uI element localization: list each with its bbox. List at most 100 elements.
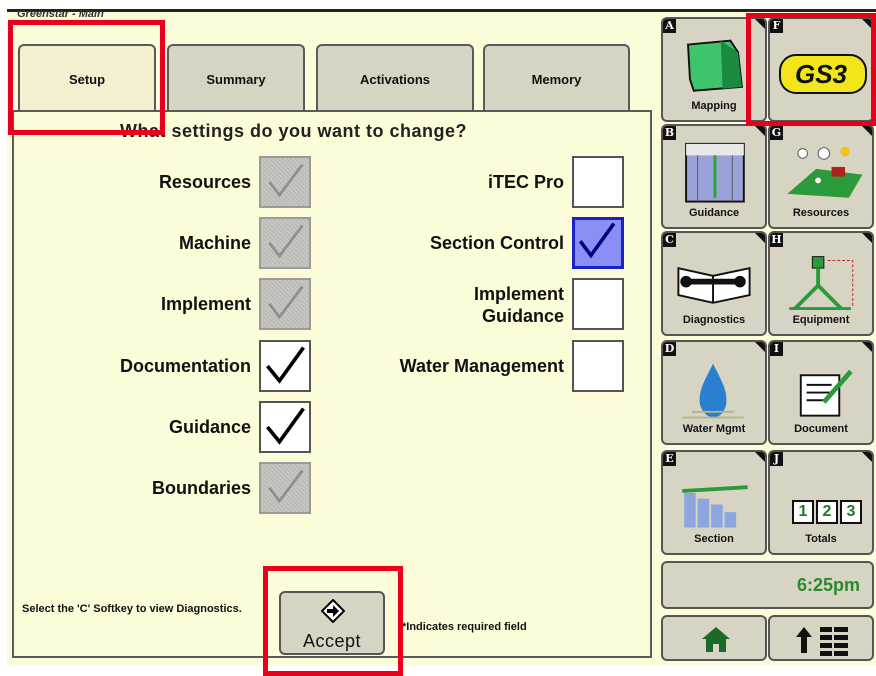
checkbox-section-control[interactable] <box>572 217 624 269</box>
checkbox-itec-pro[interactable] <box>572 156 624 208</box>
accept-arrow-icon <box>321 599 345 623</box>
label-itec-pro: iTEC Pro <box>487 172 564 192</box>
diagnostics-icon <box>677 266 751 304</box>
checkbox-guidance[interactable] <box>259 401 311 453</box>
corner-marker <box>755 19 765 29</box>
label-resources: Resources <box>158 172 251 192</box>
label-section-control: Section Control <box>430 233 564 253</box>
softkey-letter: H <box>770 233 783 247</box>
softkey-label: Equipment <box>792 314 850 326</box>
corner-marker <box>862 19 872 29</box>
menu-button[interactable] <box>768 615 874 661</box>
accept-label: Accept <box>302 631 362 651</box>
softkey-water-mgmt[interactable]: D Water Mgmt <box>661 340 767 445</box>
softkey-label: Section <box>694 533 734 545</box>
corner-marker <box>755 126 765 136</box>
tab-label: Setup <box>68 71 106 87</box>
label-documentation: Documentation <box>119 356 251 376</box>
softkey-letter: C <box>663 233 676 247</box>
softkey-letter: I <box>770 342 783 356</box>
softkey-gs3[interactable]: F GS3 <box>768 17 874 122</box>
softkey-document[interactable]: I Document <box>768 340 874 445</box>
corner-marker <box>755 233 765 243</box>
tab-label: Activations <box>359 71 431 87</box>
softkey-letter: G <box>770 126 783 140</box>
softkey-label: Guidance <box>688 207 740 219</box>
tab-summary[interactable]: Summary <box>167 44 305 112</box>
softkey-letter: F <box>770 19 783 33</box>
tab-label: Memory <box>531 71 582 87</box>
checkbox-water-management[interactable] <box>572 340 624 392</box>
corner-marker <box>755 452 765 462</box>
equipment-icon <box>789 256 854 311</box>
checkmark-icon <box>578 222 616 259</box>
softkey-label: Resources <box>792 207 850 219</box>
label-boundaries: Boundaries <box>151 478 251 498</box>
clock-display: 6:25pm <box>661 561 874 609</box>
section-icon <box>682 485 748 528</box>
totals-digit: 2 <box>816 500 838 524</box>
softkey-section[interactable]: E Section <box>661 450 767 555</box>
softkey-equipment[interactable]: H Equipment <box>768 231 874 336</box>
checkbox-documentation[interactable] <box>259 340 311 392</box>
checkmark-icon <box>266 346 305 384</box>
softkey-letter: J <box>770 452 783 466</box>
checkbox-boundaries[interactable] <box>259 462 311 514</box>
home-button[interactable] <box>661 615 767 661</box>
tab-activations[interactable]: Activations <box>316 44 474 112</box>
checkbox-machine[interactable] <box>259 217 311 269</box>
window-title: Greenstar - Main <box>17 8 104 20</box>
corner-marker <box>862 126 872 136</box>
mapping-icon <box>687 39 743 92</box>
label-water-management: Water Management <box>399 356 564 376</box>
checkbox-implement[interactable] <box>259 278 311 330</box>
softkey-mapping[interactable]: A Mapping <box>661 17 767 122</box>
softkey-guidance[interactable]: B Guidance <box>661 124 767 229</box>
checkmark-icon <box>268 285 304 320</box>
document-icon <box>799 369 853 417</box>
checkmark-icon <box>268 163 304 198</box>
softkey-letter: B <box>663 126 676 140</box>
checkmark-icon <box>268 224 304 259</box>
softkey-label: Totals <box>805 533 837 545</box>
checkbox-resources[interactable] <box>259 156 311 208</box>
gs3-label: GS3 <box>794 59 848 89</box>
label-guidance: Guidance <box>168 417 251 437</box>
softkey-totals[interactable]: J 1 2 3 Totals <box>768 450 874 555</box>
totals-digit: 3 <box>840 500 862 524</box>
water-drop-icon <box>682 363 744 419</box>
corner-marker <box>862 233 872 243</box>
checkmark-icon <box>268 469 304 504</box>
softkey-letter: E <box>663 452 676 466</box>
totals-digit: 1 <box>792 500 814 524</box>
softkey-label: Document <box>794 423 848 435</box>
label-machine: Machine <box>178 233 251 253</box>
accept-button[interactable]: Accept <box>279 591 385 655</box>
guidance-icon <box>685 142 745 203</box>
softkey-resources[interactable]: G Resources <box>768 124 874 229</box>
resources-icon <box>787 146 863 198</box>
softkey-letter: A <box>663 19 676 33</box>
softkey-label: Diagnostics <box>682 314 746 326</box>
tab-label: Summary <box>206 71 266 87</box>
softkey-label: Mapping <box>691 100 737 112</box>
checkbox-implement-guidance[interactable] <box>572 278 624 330</box>
label-implement-guidance: Implement Guidance <box>474 283 564 327</box>
required-note: *Indicates required field <box>402 621 527 633</box>
tab-setup[interactable]: Setup <box>18 44 156 112</box>
label-implement: Implement <box>160 294 251 314</box>
label-line: Implement <box>473 284 564 304</box>
corner-marker <box>755 342 765 352</box>
diagnostics-hint: Select the 'C' Softkey to view Diagnosti… <box>22 603 242 615</box>
menu-up-icon <box>796 627 848 656</box>
softkey-label: Water Mgmt <box>682 423 746 435</box>
corner-marker <box>862 452 872 462</box>
totals-icon: 1 2 3 <box>792 500 862 524</box>
home-icon <box>702 627 730 652</box>
corner-marker <box>862 342 872 352</box>
settings-question: What settings do you want to change? <box>120 121 468 141</box>
tab-memory[interactable]: Memory <box>483 44 630 112</box>
label-line: Guidance <box>481 306 564 326</box>
softkey-diagnostics[interactable]: C Diagnostics <box>661 231 767 336</box>
checkmark-icon <box>266 407 305 445</box>
